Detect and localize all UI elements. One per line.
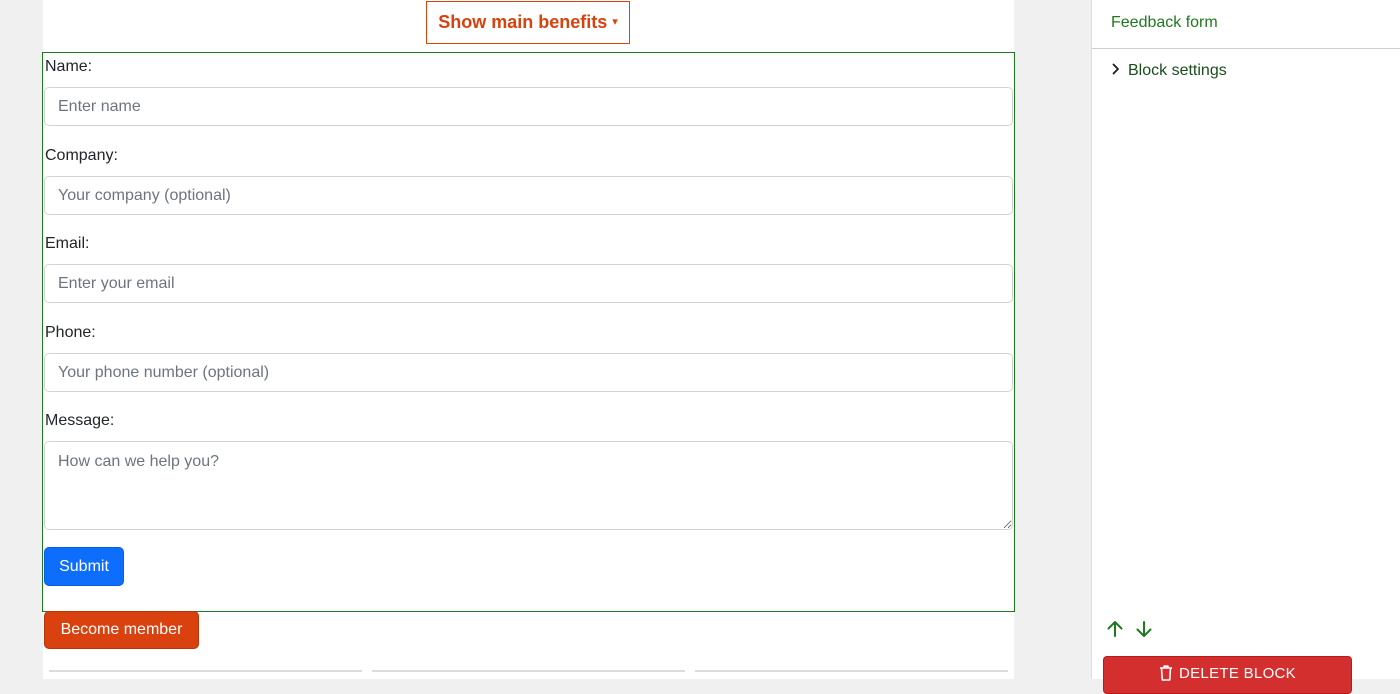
footer-divider xyxy=(372,670,685,672)
become-member-button[interactable]: Become member xyxy=(44,611,199,649)
company-label: Company: xyxy=(45,147,118,164)
trash-icon xyxy=(1159,665,1173,685)
arrow-down-icon xyxy=(1134,621,1154,643)
name-label: Name: xyxy=(45,58,93,75)
phone-label: Phone: xyxy=(45,324,96,341)
name-input[interactable] xyxy=(44,87,1013,126)
delete-block-button[interactable]: DELETE BLOCK xyxy=(1103,656,1352,694)
feedback-form-block[interactable]: Name: Company: Email: Phone: Message: Su… xyxy=(42,52,1015,612)
benefits-label: Show main benefits xyxy=(438,12,608,32)
footer-divider xyxy=(49,670,362,672)
footer-divider xyxy=(695,670,1008,672)
submit-button[interactable]: Submit xyxy=(44,547,124,586)
move-down-button[interactable] xyxy=(1134,619,1154,639)
arrow-up-icon xyxy=(1105,621,1125,643)
caret-down-icon: ▾ xyxy=(612,16,618,28)
email-label: Email: xyxy=(45,235,90,252)
settings-sidebar: Feedback form Block settings DELETE BLOC… xyxy=(1091,0,1400,694)
delete-block-label: DELETE BLOCK xyxy=(1179,665,1296,682)
email-input[interactable] xyxy=(44,264,1013,303)
sidebar-title: Feedback form xyxy=(1111,14,1218,31)
sidebar-divider xyxy=(1092,48,1400,49)
message-textarea[interactable] xyxy=(44,441,1013,530)
company-input[interactable] xyxy=(44,176,1013,215)
chevron-right-icon xyxy=(1110,62,1122,80)
message-label: Message: xyxy=(45,412,115,429)
move-up-button[interactable] xyxy=(1105,619,1125,639)
block-settings-toggle[interactable]: Block settings xyxy=(1110,62,1227,80)
show-benefits-button[interactable]: Show main benefits ▾ xyxy=(426,1,630,44)
block-settings-label: Block settings xyxy=(1128,62,1227,79)
phone-input[interactable] xyxy=(44,353,1013,392)
